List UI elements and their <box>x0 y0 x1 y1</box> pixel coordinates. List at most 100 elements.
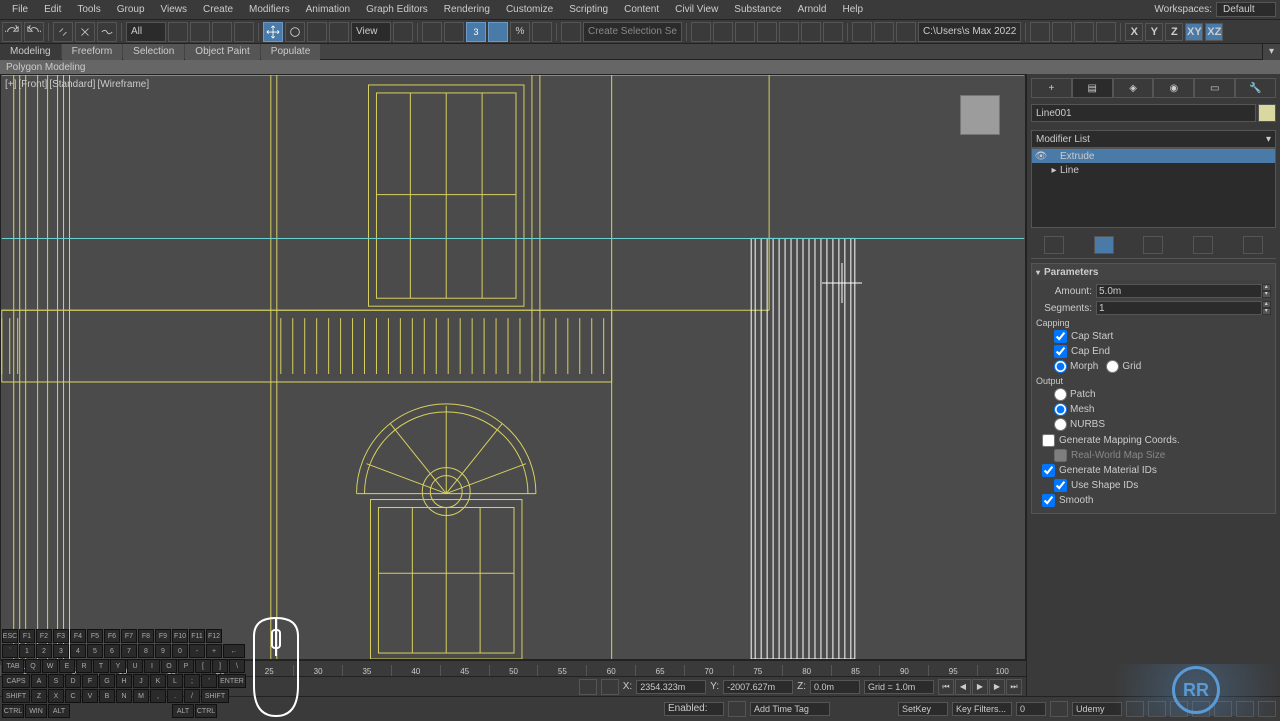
menu-modifiers[interactable]: Modifiers <box>241 4 298 15</box>
link-button[interactable] <box>53 22 73 42</box>
amount-spinner[interactable] <box>1096 284 1262 298</box>
time-config-button[interactable] <box>1050 701 1068 717</box>
menu-civil-view[interactable]: Civil View <box>667 4 726 15</box>
goto-start-button[interactable]: ⏮ <box>938 679 954 695</box>
nav-pan-button[interactable] <box>1214 701 1232 717</box>
z-coord-field[interactable]: 0.0m <box>810 680 860 694</box>
menu-animation[interactable]: Animation <box>298 4 358 15</box>
menu-group[interactable]: Group <box>109 4 153 15</box>
edit-named-selection-button[interactable] <box>561 22 581 42</box>
ribbon-tab-populate[interactable]: Populate <box>261 44 320 60</box>
redo-button[interactable] <box>24 22 44 42</box>
select-object-button[interactable] <box>168 22 188 42</box>
rectangular-selection-button[interactable] <box>212 22 232 42</box>
play-button[interactable]: ▶ <box>972 679 988 695</box>
select-move-button[interactable] <box>263 22 283 42</box>
unlink-button[interactable] <box>75 22 95 42</box>
modifier-stack[interactable]: 👁 Extrude ▸ Line <box>1031 148 1276 228</box>
modifier-list-dropdown[interactable]: Modifier List▾ <box>1031 130 1276 148</box>
previous-frame-button[interactable]: ◀ <box>955 679 971 695</box>
select-by-name-button[interactable] <box>190 22 210 42</box>
toggle-ribbon-button[interactable] <box>757 22 777 42</box>
window-crossing-button[interactable] <box>234 22 254 42</box>
tool2-button[interactable] <box>1074 22 1094 42</box>
gen-material-ids-checkbox[interactable] <box>1042 464 1055 477</box>
isolate-selection-button[interactable] <box>579 679 597 695</box>
output-patch-radio[interactable] <box>1054 388 1067 401</box>
ribbon-dropdown-icon[interactable]: ▾ <box>1262 44 1280 60</box>
cap-start-checkbox[interactable] <box>1054 330 1067 343</box>
axis-xz-button[interactable]: XZ <box>1205 23 1223 41</box>
visibility-icon[interactable]: 👁 <box>1034 151 1048 162</box>
remove-modifier-button[interactable] <box>1193 236 1213 254</box>
viewport-front[interactable]: [+][Front][Standard][Wireframe] <box>0 74 1026 660</box>
x-coord-field[interactable]: 2354.323m <box>636 680 706 694</box>
ribbon-tab-selection[interactable]: Selection <box>123 44 184 60</box>
menu-tools[interactable]: Tools <box>69 4 108 15</box>
layer-explorer-button[interactable] <box>735 22 755 42</box>
tool3-button[interactable] <box>1096 22 1116 42</box>
output-nurbs-radio[interactable] <box>1054 418 1067 431</box>
segments-spinner[interactable] <box>1096 301 1262 315</box>
key-filters-button[interactable]: Key Filters... <box>952 702 1012 716</box>
set-key-button[interactable]: SetKey <box>898 702 948 716</box>
menu-create[interactable]: Create <box>195 4 241 15</box>
spinner-snap-button[interactable] <box>532 22 552 42</box>
snap-toggle-3-button[interactable]: 3 <box>466 22 486 42</box>
pin-stack-button[interactable] <box>1044 236 1064 254</box>
workspaces-dropdown[interactable]: Default <box>1216 2 1276 17</box>
configure-modifier-sets-button[interactable] <box>1243 236 1263 254</box>
percent-snap-button[interactable]: % <box>510 22 530 42</box>
select-rotate-button[interactable] <box>285 22 305 42</box>
frame-input[interactable]: 0 <box>1016 702 1046 716</box>
next-frame-button[interactable]: ▶ <box>989 679 1005 695</box>
render-production-button[interactable] <box>896 22 916 42</box>
render-output-path[interactable]: C:\Users\s Max 2022 <box>918 22 1021 42</box>
add-time-tag-button[interactable]: Add Time Tag <box>750 702 830 716</box>
menu-help[interactable]: Help <box>834 4 871 15</box>
menu-graph-editors[interactable]: Graph Editors <box>358 4 436 15</box>
rendered-frame-window-button[interactable] <box>874 22 894 42</box>
render-setup-button[interactable] <box>852 22 872 42</box>
menu-views[interactable]: Views <box>153 4 196 15</box>
modifier-line[interactable]: ▸ Line <box>1032 163 1275 177</box>
cmdtab-create[interactable]: + <box>1031 78 1072 98</box>
curve-editor-button[interactable] <box>779 22 799 42</box>
nav-orbit-button[interactable] <box>1236 701 1254 717</box>
cmdtab-utilities[interactable]: 🔧 <box>1235 78 1276 98</box>
object-name-field[interactable]: Line001 <box>1031 104 1256 122</box>
menu-file[interactable]: File <box>4 4 36 15</box>
axis-xy-button[interactable]: XY <box>1185 23 1203 41</box>
gen-mapping-coords-checkbox[interactable] <box>1042 434 1055 447</box>
material-editor-button[interactable] <box>823 22 843 42</box>
y-coord-field[interactable]: -2007.627m <box>723 680 793 694</box>
goto-end-button[interactable]: ⏭ <box>1006 679 1022 695</box>
cap-end-checkbox[interactable] <box>1054 345 1067 358</box>
selection-lock-button[interactable] <box>601 679 619 695</box>
schematic-view-button[interactable] <box>801 22 821 42</box>
nav-zoom-extents-button[interactable] <box>1170 701 1188 717</box>
tool1-button[interactable] <box>1052 22 1072 42</box>
script-listener-button[interactable] <box>728 701 746 717</box>
ribbon-tab-object-paint[interactable]: Object Paint <box>185 44 259 60</box>
menu-rendering[interactable]: Rendering <box>436 4 498 15</box>
show-end-result-button[interactable] <box>1094 236 1114 254</box>
keyboard-shortcut-override-button[interactable] <box>444 22 464 42</box>
nav-zoom-button[interactable] <box>1126 701 1144 717</box>
ribbon-tab-modeling[interactable]: Modeling <box>0 44 61 60</box>
open-autodesk-store-button[interactable] <box>1030 22 1050 42</box>
align-button[interactable] <box>713 22 733 42</box>
cmdtab-hierarchy[interactable]: ◈ <box>1113 78 1154 98</box>
use-pivot-button[interactable] <box>393 22 413 42</box>
ribbon-tab-freeform[interactable]: Freeform <box>62 44 123 60</box>
object-color-swatch[interactable] <box>1258 104 1276 122</box>
menu-scripting[interactable]: Scripting <box>561 4 616 15</box>
cap-morph-radio[interactable] <box>1054 360 1067 373</box>
mirror-button[interactable] <box>691 22 711 42</box>
cmdtab-modify[interactable]: ▤ <box>1072 78 1113 98</box>
cmdtab-display[interactable]: ▭ <box>1194 78 1235 98</box>
smooth-checkbox[interactable] <box>1042 494 1055 507</box>
axis-z-button[interactable]: Z <box>1165 23 1183 41</box>
output-mesh-radio[interactable] <box>1054 403 1067 416</box>
menu-substance[interactable]: Substance <box>726 4 789 15</box>
